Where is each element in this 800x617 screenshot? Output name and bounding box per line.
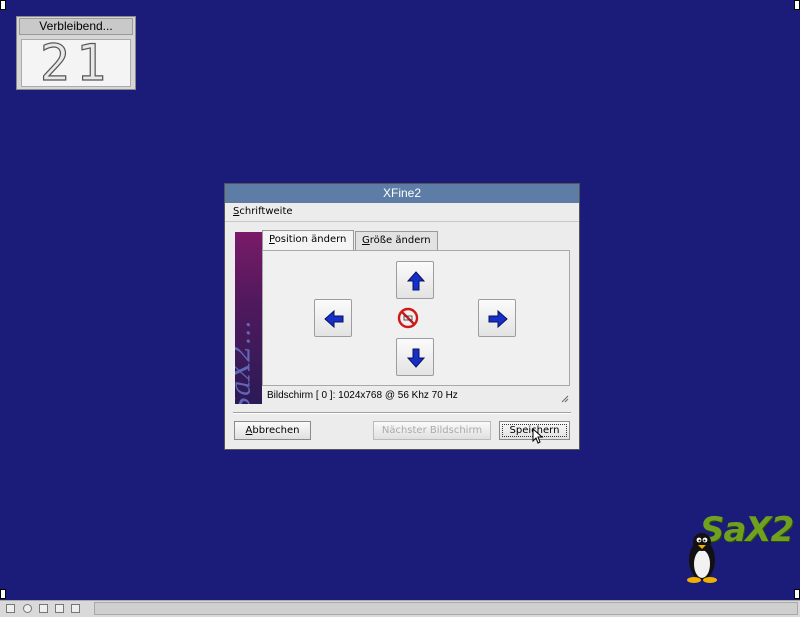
side-banner-text: SaX2... [235, 320, 257, 404]
taskbar-folder-icon[interactable] [55, 604, 64, 613]
move-right-button[interactable] [478, 299, 516, 337]
taskbar-terminal-icon[interactable] [6, 604, 15, 613]
dialog-title: XFine2 [225, 184, 579, 203]
no-entry-icon [397, 307, 419, 329]
arrow-left-icon [324, 309, 344, 329]
taskbar [0, 600, 800, 617]
move-down-button[interactable] [396, 338, 434, 376]
resize-grip-icon[interactable] [561, 395, 569, 403]
screen-corner-top-right [794, 0, 800, 10]
menu-item-schriftweite[interactable]: Schriftweite [233, 206, 293, 217]
screen-corner-bottom-right [794, 589, 800, 599]
countdown-title: Verbleibend... [19, 18, 133, 35]
separator [233, 412, 571, 414]
taskbar-save-icon[interactable] [39, 604, 48, 613]
arrow-down-icon [406, 348, 426, 368]
screen-status: Bildschirm [ 0 ]: 1024x768 @ 56 Khz 70 H… [267, 390, 458, 401]
tux-penguin-icon [687, 533, 717, 583]
taskbar-help-icon[interactable] [23, 604, 32, 613]
countdown-display: 21 [21, 39, 131, 87]
countdown-widget: Verbleibend... 21 [16, 16, 136, 90]
menubar: Schriftweite [225, 204, 579, 222]
next-screen-button[interactable]: Nächster Bildschirm [373, 421, 491, 440]
arrow-right-icon [488, 309, 508, 329]
tab-position[interactable]: Position ändern [262, 230, 354, 250]
taskbar-tools-icon[interactable] [71, 604, 80, 613]
mouse-pointer-icon [532, 428, 544, 444]
move-up-button[interactable] [396, 261, 434, 299]
move-left-button[interactable] [314, 299, 352, 337]
screen-corner-bottom-left [0, 589, 6, 599]
cancel-button[interactable]: Abbrechen [234, 421, 311, 440]
sax2-side-banner: SaX2... [235, 232, 262, 404]
screen-corner-top-left [0, 0, 6, 10]
tab-size[interactable]: Größe ändern [355, 231, 438, 250]
taskbar-task-area [94, 602, 798, 615]
arrow-up-icon [406, 271, 426, 291]
countdown-value: 21 [39, 39, 113, 87]
